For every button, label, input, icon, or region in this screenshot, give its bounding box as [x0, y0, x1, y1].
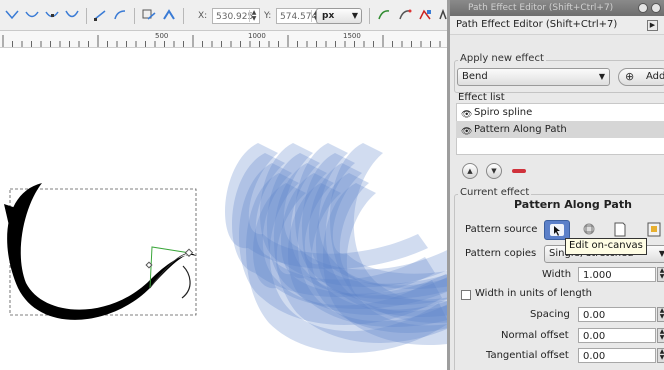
panel-title: Path Effect Editor (Shift+Ctrl+7): [456, 19, 618, 30]
panel-title-bar: Path Effect Editor (Shift+Ctrl+7) ▶: [450, 16, 664, 35]
edit-on-canvas-tooltip: Edit on-canvas: [565, 238, 647, 255]
eye-visible-icon[interactable]: 👁: [461, 124, 472, 141]
move-down-button[interactable]: ▼: [486, 163, 502, 179]
node-smooth-icon[interactable]: [25, 9, 39, 21]
plus-icon: ⊕: [625, 70, 635, 83]
close-panel-icon[interactable]: ▶: [647, 20, 658, 31]
spacing-value: 0.00: [583, 310, 606, 321]
unit-value: px: [322, 11, 335, 21]
effect-list-label: Effect list: [458, 92, 505, 103]
toolbar-separator: [183, 8, 184, 24]
x-value: 530.925: [216, 12, 254, 22]
node-auto-icon[interactable]: [65, 9, 79, 21]
effect-select[interactable]: Bend ▼: [457, 68, 610, 86]
chevron-down-icon: ▼: [351, 11, 358, 20]
paste-icon: [614, 222, 626, 237]
show-handles-icon[interactable]: [377, 9, 391, 21]
paste-path-button[interactable]: [608, 220, 634, 240]
current-effect-label: Current effect: [458, 187, 532, 198]
link-path-button[interactable]: [642, 220, 664, 240]
edit-path-icon: [550, 224, 564, 236]
normal-offset-input[interactable]: 0.00: [578, 328, 656, 343]
effect-item-label: Spiro spline: [474, 107, 533, 118]
object-to-path-icon[interactable]: [142, 9, 156, 21]
ruler-label-500: 500: [155, 32, 169, 40]
copy-path-button[interactable]: [577, 220, 603, 240]
segment-line-icon[interactable]: [93, 9, 107, 21]
selection-bounding-box: [9, 188, 197, 316]
x-label: X:: [198, 11, 208, 21]
edit-on-canvas-button[interactable]: [544, 220, 570, 240]
normal-offset-label: Normal offset: [501, 330, 569, 341]
horizontal-ruler: 500 1000 1500: [0, 31, 450, 48]
pattern-source-label: Pattern source: [465, 224, 538, 235]
segment-curve-icon[interactable]: [113, 9, 127, 21]
path-outline-icon[interactable]: [418, 9, 432, 21]
tool-controls-bar: X: 530.925 ▲▼ Y: 574.574 ▲▼ px ▼: [0, 0, 450, 31]
x-spin-arrows-icon[interactable]: ▲ ▼: [249, 10, 258, 22]
minimize-window-icon[interactable]: [638, 3, 648, 13]
show-transform-icon[interactable]: [398, 9, 412, 21]
window-titlebar: Path Effect Editor (Shift+Ctrl+7): [450, 0, 664, 16]
effect-item-label: Pattern Along Path: [474, 124, 567, 135]
move-up-button[interactable]: ▲: [462, 163, 478, 179]
skeleton-path: [149, 252, 191, 289]
canvas-drawing: [4, 143, 450, 353]
tangential-offset-label: Tangential offset: [486, 350, 569, 361]
toolbar-separator: [134, 8, 135, 24]
toolbar-separator: [369, 8, 370, 24]
add-label: Add: [646, 71, 664, 82]
width-stepper[interactable]: ▲ ▼: [657, 267, 664, 282]
path-end-curl: [181, 265, 191, 299]
add-effect-button[interactable]: ⊕ Add: [618, 68, 664, 86]
close-window-icon[interactable]: [651, 3, 661, 13]
window-title: Path Effect Editor (Shift+Ctrl+7): [468, 3, 614, 13]
tangential-offset-value: 0.00: [583, 351, 606, 362]
chevron-down-icon: ▼: [659, 249, 664, 258]
width-label: Width: [542, 269, 572, 280]
normal-offset-stepper[interactable]: ▲ ▼: [657, 328, 664, 343]
spacing-input[interactable]: 0.00: [578, 307, 656, 322]
apply-new-effect-label: Apply new effect: [458, 53, 546, 64]
stroke-to-path-icon[interactable]: [162, 9, 176, 21]
chevron-down-icon: ▼: [598, 72, 605, 81]
effect-item-pattern-along-path[interactable]: 👁 Pattern Along Path: [456, 121, 664, 138]
spacing-label: Spacing: [530, 309, 570, 320]
y-label: Y:: [264, 11, 272, 21]
ruler-ticks: [2, 35, 450, 47]
x-coordinate-input[interactable]: 530.925 ▲ ▼: [212, 8, 260, 24]
spacing-stepper[interactable]: ▲ ▼: [657, 307, 664, 322]
tangential-offset-input[interactable]: 0.00: [578, 348, 656, 363]
unit-select[interactable]: px ▼: [316, 8, 362, 24]
ruler-label-1000: 1000: [248, 32, 266, 40]
width-input[interactable]: 1.000: [578, 267, 656, 282]
width-value: 1.000: [583, 270, 612, 281]
path-effect-editor-panel: Path Effect Editor (Shift+Ctrl+7) Path E…: [447, 0, 664, 370]
node-symmetric-icon[interactable]: [45, 9, 59, 21]
pattern-copies-label: Pattern copies: [465, 248, 537, 259]
effect-item-spiro-spline[interactable]: 👁 Spiro spline: [456, 104, 664, 121]
node-cusp-icon[interactable]: [5, 9, 19, 21]
clipboard-link-icon: [647, 222, 661, 237]
normal-offset-value: 0.00: [583, 331, 606, 342]
current-effect-name: Pattern Along Path: [514, 198, 632, 211]
effect-select-value: Bend: [462, 71, 488, 82]
width-units-label: Width in units of length: [475, 288, 592, 299]
pattern-along-path-shape: [7, 183, 197, 320]
drawing-canvas[interactable]: [0, 48, 450, 370]
copy-icon: [583, 223, 595, 235]
blue-pattern-copies: [225, 143, 450, 353]
tangential-offset-stepper[interactable]: ▲ ▼: [657, 348, 664, 363]
width-units-checkbox[interactable]: [461, 290, 471, 300]
ruler-label-1500: 1500: [343, 32, 361, 40]
delete-effect-icon[interactable]: [512, 169, 526, 173]
toolbar-separator: [86, 8, 87, 24]
